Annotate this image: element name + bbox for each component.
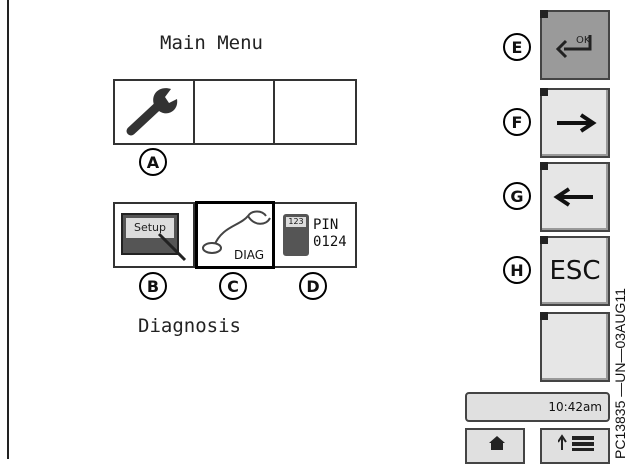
menu-up-icon bbox=[558, 434, 594, 451]
wrench-icon bbox=[126, 88, 178, 136]
callout-e: E bbox=[503, 33, 531, 61]
callout-g: G bbox=[503, 182, 531, 210]
page-title: Main Menu bbox=[160, 32, 263, 54]
callout-b: B bbox=[139, 272, 167, 300]
esc-label: ESC bbox=[549, 256, 601, 286]
pin-code: 0124 bbox=[313, 234, 347, 250]
figure-id-caption: PC13835 —UN—03AUG11 bbox=[612, 288, 628, 459]
keypad-icon: 123 bbox=[283, 214, 309, 256]
empty-slot-2[interactable] bbox=[195, 81, 275, 143]
callout-c: C bbox=[219, 272, 247, 300]
menu-row-bottom: Setup DIAG 123 PIN 0124 bbox=[113, 201, 357, 269]
right-arrow-button[interactable] bbox=[540, 88, 610, 158]
key-marker bbox=[540, 312, 548, 320]
callout-h: H bbox=[503, 256, 531, 284]
service-button[interactable] bbox=[115, 81, 195, 143]
diag-label: DIAG bbox=[234, 248, 265, 262]
pin-title: PIN bbox=[313, 217, 339, 233]
pin-button[interactable]: 123 PIN 0124 bbox=[275, 204, 355, 266]
empty-slot-3[interactable] bbox=[275, 81, 355, 143]
arrow-left-icon bbox=[542, 164, 608, 230]
callout-d: D bbox=[299, 272, 327, 300]
enter-icon: OK bbox=[542, 12, 608, 78]
callout-a: A bbox=[139, 148, 167, 176]
left-arrow-button[interactable] bbox=[540, 162, 610, 232]
ok-button[interactable]: OK bbox=[540, 10, 610, 80]
diag-button[interactable]: DIAG bbox=[195, 201, 275, 269]
keypad-screen: 123 bbox=[286, 217, 306, 227]
setup-button[interactable]: Setup bbox=[115, 204, 195, 266]
frame-border bbox=[7, 0, 9, 459]
pen-icon bbox=[157, 232, 187, 262]
menu-row-top bbox=[113, 79, 357, 145]
ok-label: OK bbox=[576, 35, 591, 46]
esc-button[interactable]: ESC bbox=[540, 236, 610, 306]
clock-display: 10:42am bbox=[465, 392, 610, 422]
callout-f: F bbox=[503, 108, 531, 136]
blank-soft-key[interactable] bbox=[540, 312, 610, 382]
pin-text: PIN 0124 bbox=[313, 217, 347, 251]
arrow-right-icon bbox=[542, 90, 608, 156]
menu-caption: Diagnosis bbox=[138, 315, 241, 337]
home-icon bbox=[489, 436, 505, 450]
